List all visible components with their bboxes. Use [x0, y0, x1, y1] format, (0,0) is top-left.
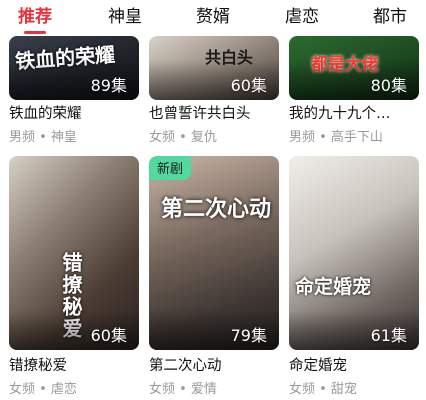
poster-image[interactable]: 共白头 60集: [149, 36, 279, 100]
drama-tags: 女频 • 复仇: [149, 130, 217, 145]
drama-tags: 女频 • 爱情: [149, 382, 217, 397]
new-drama-badge: 新剧: [149, 156, 192, 180]
poster-title-art: 命定婚宠: [295, 276, 372, 298]
drama-title[interactable]: 错撩秘爱: [9, 354, 141, 375]
drama-tags: 女频 • 虐恋: [9, 382, 77, 397]
poster-image[interactable]: 错撩秘爱 60集: [9, 156, 139, 350]
drama-tags: 男频 • 高手下山: [289, 130, 383, 145]
tab-dushi[interactable]: 都市: [373, 6, 407, 28]
poster-image[interactable]: 命定婚宠 61集: [289, 156, 419, 350]
tab-shenhuang[interactable]: 神皇: [108, 6, 142, 28]
episode-count: 60集: [230, 76, 267, 95]
poster-title-art: 第二次心动: [161, 196, 272, 222]
episode-count: 60集: [90, 326, 127, 345]
poster-image[interactable]: 第二次心动 79集 新剧: [149, 156, 279, 350]
category-tab-bar: 推荐 神皇 赘婿 虐恋 都市: [0, 0, 426, 36]
episode-count: 89集: [90, 76, 127, 95]
episode-count: 79集: [230, 326, 267, 345]
tab-recommend[interactable]: 推荐: [18, 6, 52, 28]
episode-count: 61集: [370, 326, 407, 345]
drama-title[interactable]: 命定婚宠: [289, 354, 421, 375]
episode-count: 80集: [370, 76, 407, 95]
tab-zhuixu[interactable]: 赘婿: [196, 6, 230, 28]
poster-image[interactable]: 铁血的荣耀 89集: [9, 36, 139, 100]
active-tab-indicator: [24, 31, 46, 34]
tab-nuelian[interactable]: 虐恋: [285, 6, 319, 28]
drama-tags: 女频 • 甜宠: [289, 382, 357, 397]
poster-image[interactable]: 都是大佬 80集: [289, 36, 419, 100]
drama-tags: 男频 • 神皇: [9, 130, 77, 145]
drama-title[interactable]: 我的九十九个…: [289, 102, 421, 123]
drama-title[interactable]: 也曾誓许共白头: [149, 102, 281, 123]
drama-title[interactable]: 铁血的荣耀: [9, 102, 141, 123]
drama-title[interactable]: 第二次心动: [149, 354, 281, 375]
